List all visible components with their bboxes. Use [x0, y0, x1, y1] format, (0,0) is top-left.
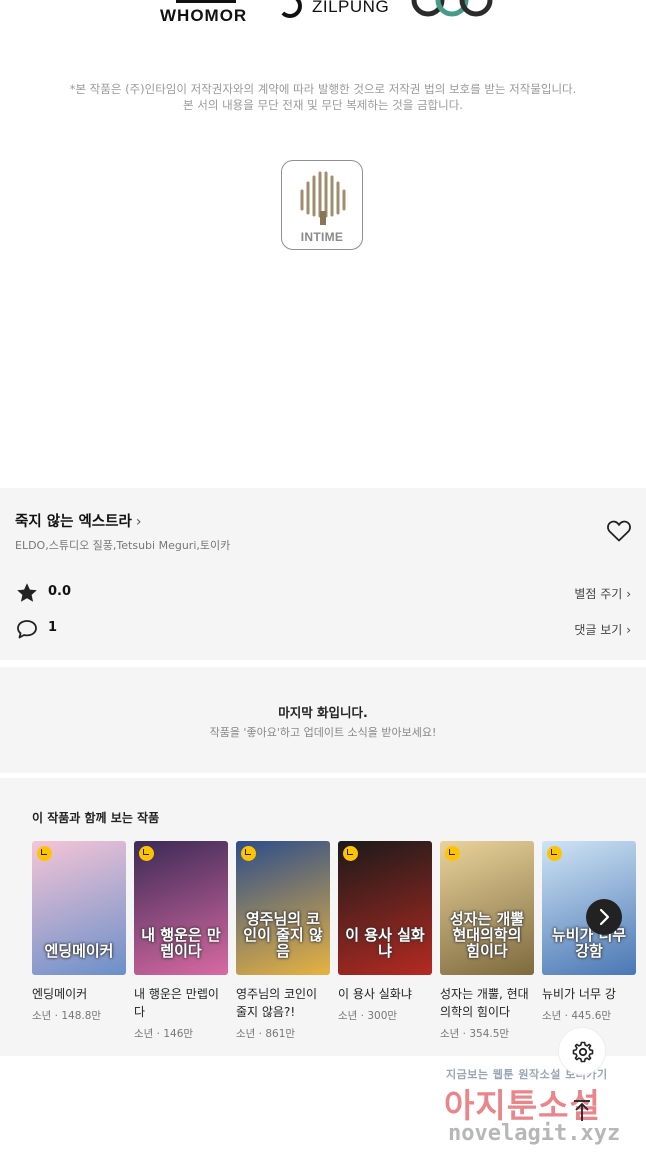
zilpung-logo-mark [278, 0, 302, 18]
copyright-notice-line-2: 본 서의 내용을 무단 전재 및 무단 복제하는 것을 금합니다. [183, 98, 463, 112]
carousel-next-button[interactable] [586, 899, 622, 935]
related-work-card[interactable]: 내 행운은 만렙이다 내 행운은 만렙이다 소년 · 146만 [134, 841, 228, 1041]
related-work-cover-caption: 내 행운은 만렙이다 [141, 926, 221, 960]
related-work-meta: 소년 · 354.5만 [440, 1028, 510, 1040]
related-work-title: 성자는 개뿔, 현대의학의 힘이다 [440, 987, 529, 1019]
related-work-cover-caption: 엔딩메이커 [44, 942, 114, 960]
related-work-meta: 소년 · 445.6만 [542, 1010, 612, 1022]
related-work-card[interactable]: 엔딩메이커 엔딩메이커 소년 · 148.8만 [32, 841, 126, 1023]
wait-free-clock-icon [547, 846, 562, 861]
chevron-right-icon [599, 908, 610, 926]
chevron-right-icon: › [626, 587, 631, 601]
related-work-meta: 소년 · 148.8만 [32, 1010, 102, 1022]
rating-value: 0.0 [48, 584, 72, 599]
related-work-cover: 엔딩메이커 [32, 841, 126, 975]
comment-count: 1 [48, 620, 58, 635]
scroll-to-top-icon[interactable] [566, 1094, 598, 1126]
work-title-link[interactable]: 죽지 않는 엑스트라 › [15, 510, 141, 531]
zilpung-logo: ZILPUNG [312, 0, 390, 16]
related-work-cover-caption: 영주님의 코인이 줄지 않음 [243, 910, 323, 960]
comments-row: 1 댓글 보기 › [15, 617, 631, 641]
wait-free-clock-icon [37, 846, 52, 861]
related-work-title: 엔딩메이커 [32, 987, 88, 1001]
whomor-logo-bar [176, 0, 236, 3]
related-work-cover: 영주님의 코인이 줄지 않음 [236, 841, 330, 975]
related-work-card[interactable]: 뉴비가 너무 강함뉴비가 너무 강소년 · 445.6만 [542, 841, 636, 1023]
related-work-card[interactable]: 영주님의 코인이 줄지 않음영주님의 코인이 줄지 않음?! 소년 · 861만 [236, 841, 330, 1041]
related-works-heading: 이 작품과 함께 보는 작품 [32, 811, 160, 825]
related-work-cover-caption: 이 용사 실화냐 [345, 926, 425, 960]
publisher-logos: WHOMOR ZILPUNG [0, 0, 646, 30]
related-work-meta: 소년 · 146만 [134, 1028, 194, 1040]
related-work-title: 영주님의 코인이 줄지 않음?! [236, 987, 318, 1019]
related-work-card[interactable]: 이 용사 실화냐 이 용사 실화냐 소년 · 300만 [338, 841, 432, 1023]
comment-icon [17, 620, 37, 639]
intime-tree-icon [300, 171, 346, 225]
related-work-meta: 소년 · 300만 [338, 1010, 398, 1022]
related-work-title: 뉴비가 너무 강 [542, 987, 616, 1001]
star-icon [17, 583, 37, 602]
settings-button[interactable] [558, 1027, 606, 1075]
work-info-section: 죽지 않는 엑스트라 › ELDO,스튜디오 질풍,Tetsubi Meguri,… [0, 488, 646, 660]
related-work-meta: 소년 · 861만 [236, 1028, 296, 1040]
rate-link-label: 별점 주기 [574, 587, 623, 601]
related-works-section: 이 작품과 함께 보는 작품 엔딩메이커 엔딩메이커 소년 · 148.8만 내 행운… [0, 778, 646, 1056]
publisher-circles-logo [411, 0, 493, 17]
wait-free-clock-icon [241, 846, 256, 861]
wait-free-clock-icon [445, 846, 460, 861]
related-work-cover: 이 용사 실화냐 [338, 841, 432, 975]
view-comments-link[interactable]: 댓글 보기 › [574, 621, 631, 638]
last-episode-subtitle: 작품을 '좋아요'하고 업데이트 소식을 받아보세요! [209, 726, 437, 739]
site-watermark: 지금보는 웹툰 원작소설 보러가기 아지툰소설 novelagit.xyz [440, 1061, 646, 1169]
rating-row: 0.0 별점 주기 › [15, 581, 631, 605]
whomor-logo: WHOMOR [160, 6, 248, 25]
intime-logo: INTIME [281, 160, 363, 250]
copyright-notice-line-1: *본 작품은 (주)인타임이 저작권자와의 계약에 따라 발행한 것으로 저작권… [69, 82, 577, 96]
gear-icon [572, 1041, 594, 1063]
related-work-card[interactable]: 성자는 개뿔 현대의학의 힘이다성자는 개뿔, 현대의학의 힘이다소년 · 35… [440, 841, 534, 1041]
chevron-right-icon: › [135, 514, 142, 530]
wait-free-clock-icon [139, 846, 154, 861]
related-work-cover: 성자는 개뿔 현대의학의 힘이다 [440, 841, 534, 975]
rate-link[interactable]: 별점 주기 › [574, 585, 631, 602]
intime-logo-text: INTIME [300, 230, 344, 244]
related-work-cover-caption: 뉴비가 너무 강함 [551, 926, 627, 960]
related-work-title: 내 행운은 만렙이다 [134, 987, 219, 1019]
related-work-cover-caption: 성자는 개뿔 현대의학의 힘이다 [449, 910, 525, 960]
work-title: 죽지 않는 엑스트라 [15, 514, 132, 530]
copyright-notice: *본 작품은 (주)인타임이 저작권자와의 계약에 따라 발행한 것으로 저작권… [0, 81, 646, 113]
chevron-right-icon: › [626, 623, 631, 637]
heart-icon[interactable] [606, 519, 632, 543]
related-work-title: 이 용사 실화냐 [338, 987, 412, 1001]
related-work-cover: 내 행운은 만렙이다 [134, 841, 228, 975]
last-episode-notice: 마지막 화입니다. 작품을 '좋아요'하고 업데이트 소식을 받아보세요! [0, 667, 646, 773]
view-comments-label: 댓글 보기 [574, 623, 623, 637]
work-authors: ELDO,스튜디오 질풍,Tetsubi Meguri,토이카 [15, 539, 231, 552]
wait-free-clock-icon [343, 846, 358, 861]
last-episode-title: 마지막 화입니다. [278, 705, 368, 720]
